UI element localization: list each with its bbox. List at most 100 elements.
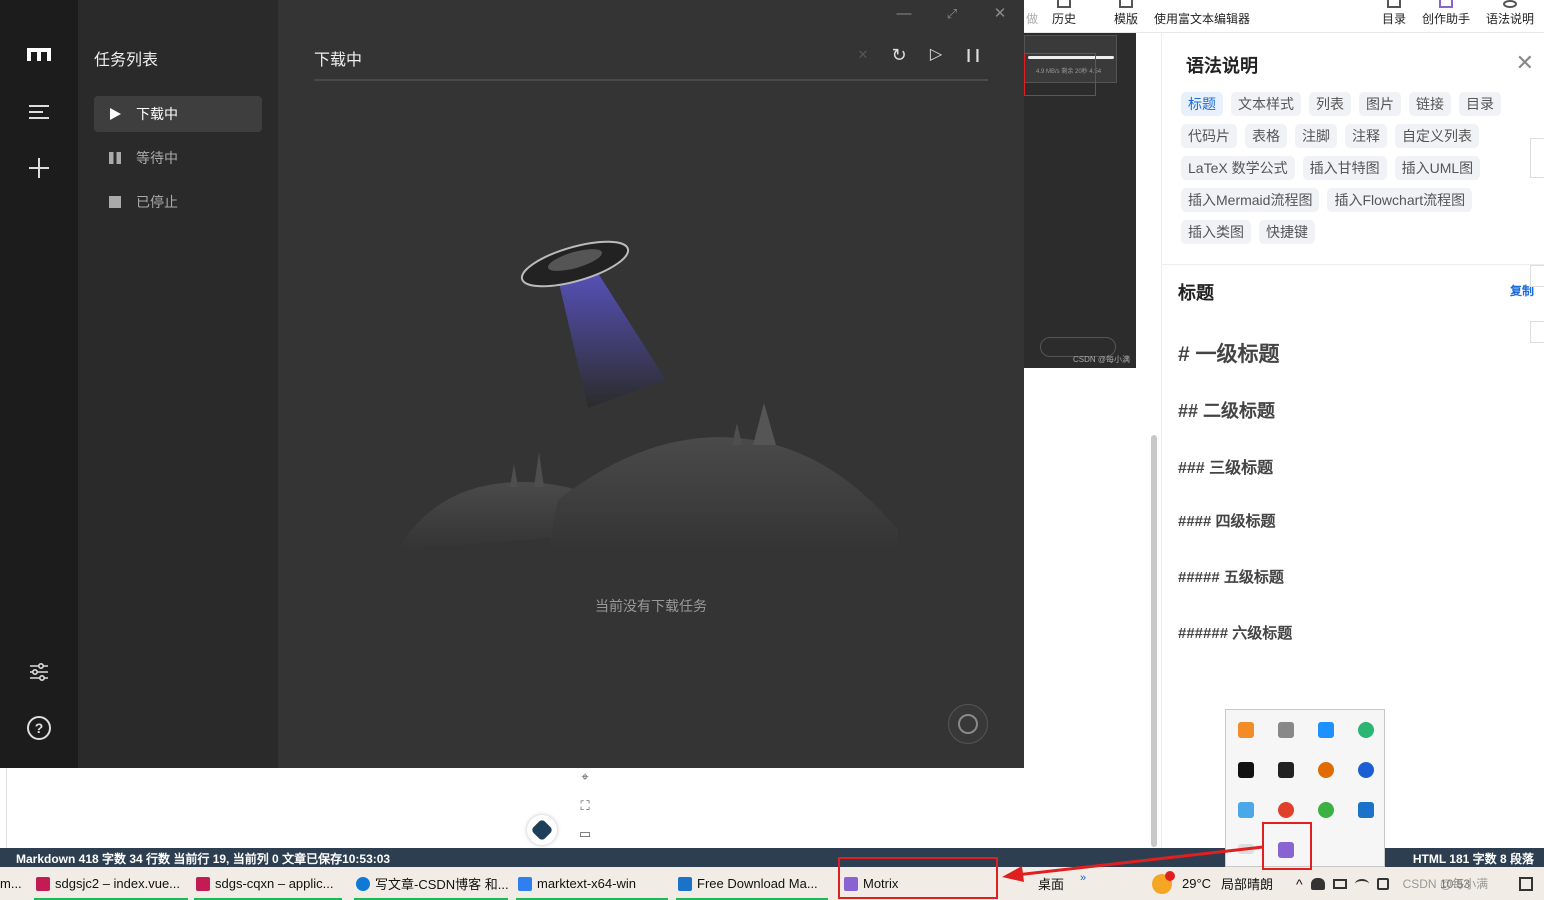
minimize-icon[interactable]: — <box>894 4 914 24</box>
syntax-tag[interactable]: 快捷键 <box>1259 220 1315 244</box>
resume-all-icon[interactable]: ▷ <box>927 46 945 64</box>
syntax-tag[interactable]: 图片 <box>1359 92 1401 116</box>
editor-top-toolbar: 做 历史 模版 使用富文本编辑器 目录 创作助手 语法说明 <box>1024 0 1544 33</box>
taskbar-item[interactable]: m... <box>0 867 30 900</box>
editor-side-tools: ⌖ ⛶ ▭ <box>570 768 600 848</box>
scroll-float-button[interactable] <box>527 815 557 845</box>
side-float-tab[interactable] <box>1530 265 1544 287</box>
syntax-tag[interactable]: 目录 <box>1459 92 1501 116</box>
play-icon <box>110 108 121 120</box>
fdm-tray-icon[interactable] <box>1358 802 1374 818</box>
app-tray-icon[interactable] <box>1318 802 1334 818</box>
speedometer-button[interactable] <box>948 704 988 744</box>
syntax-tag[interactable]: 列表 <box>1309 92 1351 116</box>
taskbar-item[interactable]: 写文章-CSDN博客 和... <box>352 867 510 900</box>
syntax-tag[interactable]: 插入UML图 <box>1394 156 1481 180</box>
close-icon[interactable]: ✕ <box>1516 52 1534 74</box>
syntax-tag[interactable]: 插入甘特图 <box>1302 156 1387 180</box>
editor-scrollbar[interactable] <box>1151 435 1157 847</box>
volume-icon[interactable] <box>1376 877 1389 890</box>
edge-icon <box>356 876 370 891</box>
toolbar-item-label: 创作助手 <box>1422 12 1471 26</box>
search-tray-icon[interactable] <box>1318 762 1334 778</box>
app-tray-icon[interactable] <box>1318 722 1334 738</box>
taskbar-item[interactable]: sdgsjc2 – index.vue... <box>32 867 190 900</box>
empty-state-text: 当前没有下载任务 <box>595 598 707 614</box>
history-icon <box>1057 0 1071 8</box>
battery-icon[interactable] <box>1332 878 1347 889</box>
syntax-tag[interactable]: 链接 <box>1409 92 1451 116</box>
taskbar-item-label: sdgsjc2 – index.vue... <box>55 876 181 891</box>
toolbar-assistant-button[interactable]: 创作助手 <box>1422 0 1470 33</box>
syntax-tag[interactable]: 文本样式 <box>1231 92 1301 116</box>
help-icon[interactable]: ? <box>27 716 51 740</box>
toolbar-item-partial[interactable]: 做 <box>1026 0 1038 33</box>
locate-icon[interactable]: ⌖ <box>578 770 592 784</box>
side-float-tab[interactable] <box>1530 138 1544 178</box>
app-tray-icon[interactable] <box>1358 762 1374 778</box>
syntax-tag[interactable]: 注脚 <box>1295 124 1337 148</box>
toolbar-history-button[interactable]: 历史 <box>1052 0 1076 33</box>
clock[interactable]: 10:53 <box>1440 867 1470 900</box>
heading-example-h5: ##### 五级标题 <box>1178 569 1284 586</box>
taskbar-item-label: 写文章-CSDN博客 和... <box>375 877 509 892</box>
app-tray-icon[interactable] <box>1278 762 1294 778</box>
cloud-icon[interactable] <box>1310 877 1325 890</box>
highlight-box <box>1024 53 1096 96</box>
close-icon[interactable]: ✕ <box>990 4 1010 24</box>
motrix-sidebar: ? <box>0 0 78 768</box>
menu-icon[interactable] <box>27 100 51 124</box>
notification-icon[interactable] <box>1508 867 1544 900</box>
taskbar-item[interactable]: marktext-x64-win <box>514 867 670 900</box>
wechat-icon[interactable] <box>1358 722 1374 738</box>
taskbar-item[interactable]: Free Download Ma... <box>674 867 830 900</box>
maximize-icon[interactable]: ⤢ <box>942 4 962 24</box>
taskbar-item[interactable]: sdgs-cqxn – applic... <box>192 867 344 900</box>
chevron-up-icon[interactable]: ^ <box>1296 876 1303 892</box>
pause-all-icon[interactable]: ❙❙ <box>963 46 983 64</box>
side-float-tab[interactable] <box>1530 321 1544 343</box>
toolbar-item-label: 语法说明 <box>1486 12 1535 26</box>
nav-item-downloading[interactable]: 下载中 <box>94 96 262 132</box>
app-tray-icon[interactable] <box>1278 722 1294 738</box>
syntax-tag[interactable]: 注释 <box>1345 124 1387 148</box>
nav-item-stopped[interactable]: 已停止 <box>94 184 262 220</box>
toolbar-item-label: 模版 <box>1114 12 1139 26</box>
clear-icon[interactable]: ✕ <box>854 46 872 64</box>
nav-item-label: 已停止 <box>136 194 178 210</box>
article-preview-image: 4.9 MB/s 剩余 20秒 4.54 CSDN @每小满 <box>1024 33 1136 368</box>
syntax-tag[interactable]: 代码片 <box>1181 124 1237 148</box>
syntax-tag[interactable]: 插入Flowchart流程图 <box>1327 188 1473 212</box>
toolbar-toc-button[interactable]: 目录 <box>1382 0 1406 33</box>
nav-item-label: 下载中 <box>136 106 178 122</box>
intellij-icon[interactable] <box>1238 762 1254 778</box>
toc-icon <box>1387 0 1401 8</box>
syntax-tag[interactable]: 表格 <box>1245 124 1287 148</box>
divider <box>1162 264 1544 265</box>
syntax-tag[interactable]: 插入Mermaid流程图 <box>1181 188 1320 212</box>
highlight-box <box>1262 822 1312 870</box>
monitor-icon[interactable]: ▭ <box>578 827 592 841</box>
nav-item-waiting[interactable]: 等待中 <box>94 140 262 176</box>
settings-sliders-icon[interactable] <box>27 660 51 684</box>
heading-example-h6: ###### 六级标题 <box>1178 625 1293 642</box>
windows-taskbar: m... sdgsjc2 – index.vue... sdgs-cqxn – … <box>0 867 1544 900</box>
heading-example-h3: ### 三级标题 <box>1178 460 1274 477</box>
app-tray-icon[interactable] <box>1278 802 1294 818</box>
editor-content-area[interactable] <box>6 768 570 848</box>
toolbar-richtext-button[interactable]: 使用富文本编辑器 <box>1154 0 1250 33</box>
refresh-icon[interactable]: ↻ <box>890 46 908 64</box>
toolbar-template-button[interactable]: 模版 <box>1114 0 1138 33</box>
syntax-tag[interactable]: 标题 <box>1181 92 1223 116</box>
toolbar-syntax-button[interactable]: 语法说明 <box>1486 0 1534 33</box>
app-tray-icon[interactable] <box>1238 802 1254 818</box>
wifi-icon[interactable] <box>1354 878 1369 889</box>
app-tray-icon[interactable] <box>1238 722 1254 738</box>
syntax-tag[interactable]: LaTeX 数学公式 <box>1181 156 1295 180</box>
syntax-tag[interactable]: 插入类图 <box>1181 220 1251 244</box>
add-icon[interactable] <box>27 156 51 180</box>
heading-example-h1: # 一级标题 <box>1178 343 1280 366</box>
expand-icon[interactable]: ⛶ <box>578 799 592 813</box>
syntax-tag[interactable]: 自定义列表 <box>1395 124 1479 148</box>
annotation-arrow <box>1002 845 1264 882</box>
